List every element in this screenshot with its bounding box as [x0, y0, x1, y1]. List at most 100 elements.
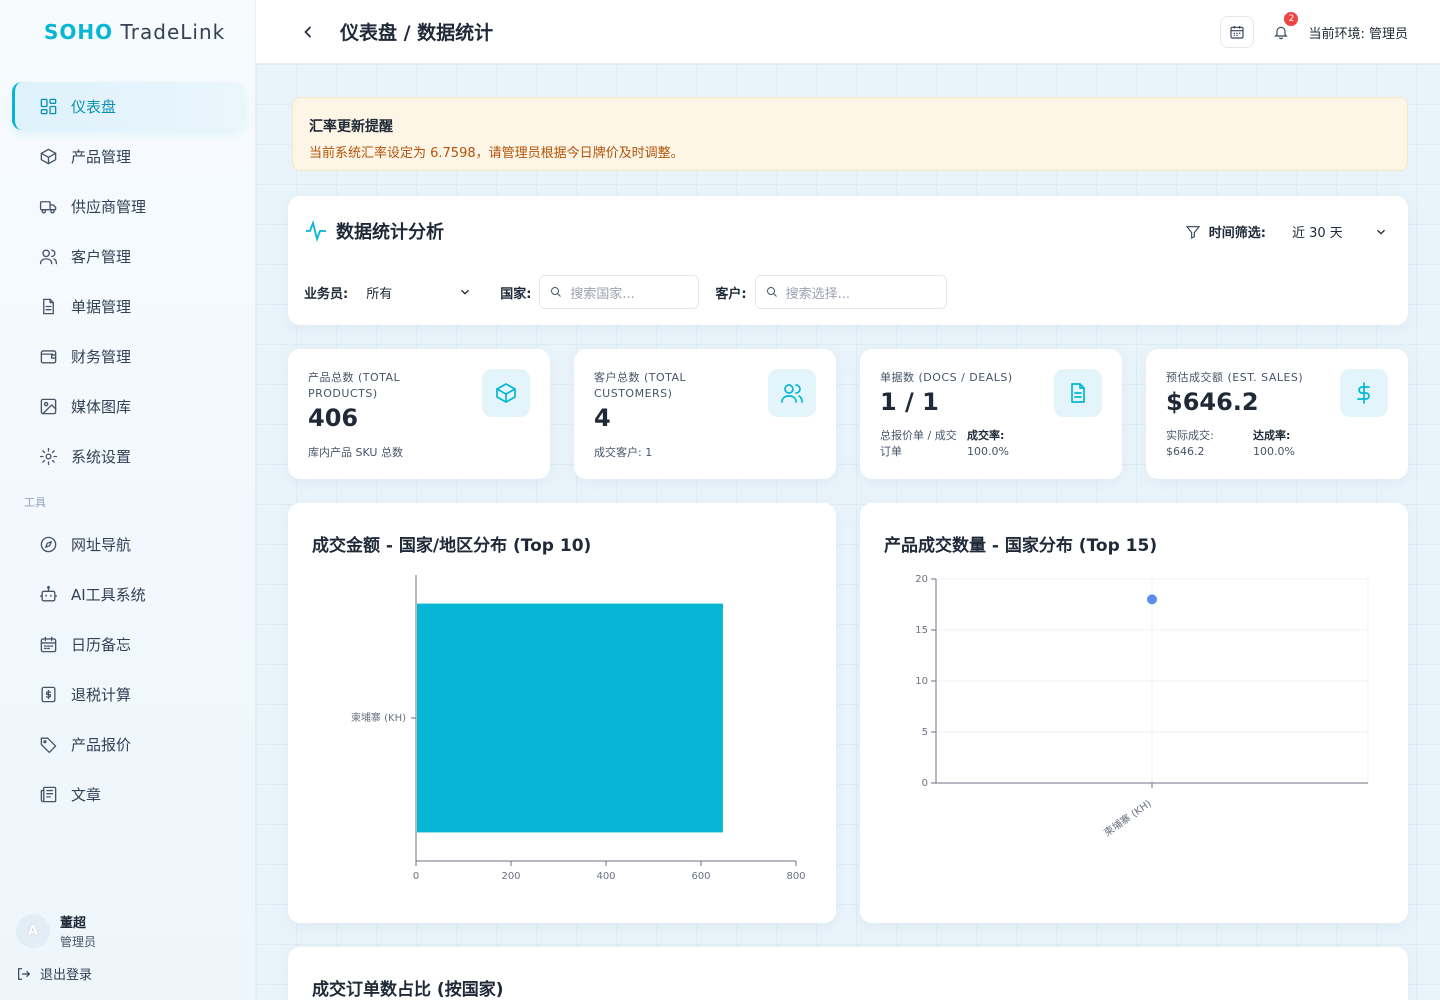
sidebar: SOHO TradeLink 仪表盘 产品管理 供应商管理 客户管理 单据管理 …	[0, 0, 256, 1000]
sidebar-item-url-nav[interactable]: 网址导航	[12, 520, 244, 568]
customer-search-input[interactable]: 搜索选择...	[754, 275, 947, 309]
sidebar-item-suppliers[interactable]: 供应商管理	[12, 182, 244, 230]
stat-value: 406	[308, 404, 359, 432]
chart-title: 成交订单数占比 (按国家)	[312, 980, 504, 1000]
time-range-select[interactable]: 近 30 天	[1292, 222, 1388, 241]
calculator-icon	[38, 684, 58, 704]
header-actions: 2 当前环境: 管理员	[1220, 12, 1408, 48]
dashboard-icon	[38, 96, 58, 116]
sidebar-item-label: 日历备忘	[71, 635, 132, 654]
sidebar-section-tools: 工具	[24, 496, 46, 509]
country-search-placeholder: 搜索国家...	[570, 286, 635, 302]
stat-details: 实际成交: $646.2 达成率: 100.0%	[1166, 428, 1295, 460]
logout-icon	[18, 967, 31, 980]
sidebar-item-label: 单据管理	[71, 297, 132, 316]
country-search-input[interactable]: 搜索国家...	[539, 275, 700, 309]
time-range-value: 近 30 天	[1292, 226, 1343, 241]
alert-title: 汇率更新提醒	[309, 119, 393, 135]
stat-card-customers: 客户总数 (TOTAL CUSTOMERS) 4 成交客户: 1	[574, 349, 836, 479]
logout-label: 退出登录	[40, 968, 93, 983]
robot-icon	[38, 584, 58, 604]
sidebar-nav: 仪表盘 产品管理 供应商管理 客户管理 单据管理 财务管理 媒体图库 系统设置	[12, 82, 244, 820]
calendar-icon	[38, 634, 58, 654]
country-label: 国家:	[500, 286, 532, 302]
dollar-icon	[1340, 369, 1388, 417]
chevron-left-icon	[304, 26, 312, 38]
y-tick-label: 10	[915, 676, 928, 687]
users-icon	[768, 369, 816, 417]
sidebar-item-calendar[interactable]: 日历备忘	[12, 620, 244, 668]
logout-button[interactable]: 退出登录	[16, 964, 92, 983]
sidebar-item-documents[interactable]: 单据管理	[12, 282, 244, 330]
chart-orders-share: 成交订单数占比 (按国家)	[288, 947, 1408, 1000]
alert-message: 当前系统汇率设定为 6.7598，请管理员根据今日牌价及时调整。	[309, 146, 684, 161]
sidebar-item-products[interactable]: 产品管理	[12, 132, 244, 180]
sidebar-item-finance[interactable]: 财务管理	[12, 332, 244, 380]
sidebar-item-settings[interactable]: 系统设置	[12, 432, 244, 480]
sidebar-item-articles[interactable]: 文章	[12, 770, 244, 818]
stat-card-products: 产品总数 (TOTAL PRODUCTS) 406 库内产品 SKU 总数	[288, 349, 550, 479]
calendar-icon	[1230, 26, 1245, 39]
sidebar-item-label: 退税计算	[71, 685, 132, 704]
stat-label: 客户总数 (TOTAL CUSTOMERS)	[594, 371, 687, 400]
environment-label: 当前环境: 管理员	[1308, 26, 1408, 42]
x-tick-label: 600	[691, 871, 710, 882]
x-tick-label: 800	[786, 871, 805, 882]
time-filter: 时间筛选: 近 30 天	[1185, 222, 1388, 241]
y-tick-label: 柬埔寨 (KH)	[351, 711, 406, 724]
sidebar-item-tax-refund[interactable]: 退税计算	[12, 670, 244, 718]
brand-name-secondary: TradeLink	[113, 20, 226, 44]
stat-label: 产品总数 (TOTAL PRODUCTS)	[308, 371, 401, 400]
sidebar-item-media[interactable]: 媒体图库	[12, 382, 244, 430]
notification-badge: 2	[1284, 12, 1299, 26]
search-icon	[551, 287, 562, 297]
document-icon	[38, 296, 58, 316]
data-point	[1147, 594, 1157, 605]
time-filter-label: 时间筛选:	[1208, 226, 1266, 241]
search-icon	[766, 287, 777, 297]
x-tick-label: 400	[596, 871, 615, 882]
sidebar-item-label: 媒体图库	[71, 397, 132, 416]
stat-card-sales: 预估成交额 (EST. SALES) $646.2 实际成交: $646.2 达成…	[1146, 349, 1408, 479]
sidebar-item-label: 财务管理	[71, 347, 132, 366]
compass-icon	[38, 534, 58, 554]
stat-subtext: 库内产品 SKU 总数	[308, 446, 403, 459]
calendar-button[interactable]	[1220, 16, 1255, 48]
filter-title-text: 数据统计分析	[336, 222, 444, 243]
stat-subtext: 成交客户: 1	[594, 446, 653, 459]
x-tick-label: 0	[413, 871, 419, 882]
conversion-rate-value: 100.0%	[967, 445, 1009, 458]
brand-logo[interactable]: SOHO TradeLink	[44, 20, 225, 44]
sidebar-item-label: 系统设置	[71, 447, 132, 466]
notifications-button[interactable]: 2	[1264, 12, 1299, 48]
stat-subtext: 总报价单 / 成交订单	[880, 429, 957, 458]
sidebar-item-customers[interactable]: 客户管理	[12, 232, 244, 280]
sidebar-item-label: 文章	[71, 785, 102, 804]
back-button[interactable]	[298, 22, 318, 42]
sidebar-item-ai-tools[interactable]: AI工具系统	[12, 570, 244, 618]
activity-icon	[306, 219, 326, 243]
newspaper-icon	[38, 784, 58, 804]
sidebar-item-dashboard[interactable]: 仪表盘	[12, 82, 244, 130]
top-header: 仪表盘 / 数据统计 2 当前环境: 管理员	[256, 0, 1440, 64]
user-profile[interactable]: A 董超 管理员	[16, 912, 96, 950]
filter-panel: 数据统计分析 时间筛选: 近 30 天 业务员: 所有 国家: 搜索国家... …	[288, 196, 1408, 325]
salesperson-label: 业务员:	[304, 286, 349, 302]
x-tick-label: 柬埔寨 (KH)	[1101, 797, 1154, 839]
filter-panel-title: 数据统计分析	[304, 218, 444, 244]
y-tick-label: 5	[922, 727, 928, 738]
brand-name-primary: SOHO	[44, 20, 114, 44]
actual-sales-value: $646.2	[1166, 445, 1205, 458]
stat-value: 1 / 1	[880, 388, 939, 416]
y-tick-label: 15	[915, 625, 928, 636]
chart-sales-by-country: 成交金额 - 国家/地区分布 (Top 10) 0 200 400 600 800 柬埔寨…	[288, 503, 836, 923]
salesperson-select[interactable]: 所有	[356, 276, 482, 308]
filters-row: 业务员: 所有 国家: 搜索国家... 客户: 搜索选择...	[304, 275, 947, 309]
page-title: 仪表盘 / 数据统计	[340, 22, 494, 44]
conversion-rate-label: 成交率:	[967, 429, 1005, 442]
sidebar-item-quotes[interactable]: 产品报价	[12, 720, 244, 768]
chevron-down-icon	[1377, 229, 1385, 235]
sidebar-item-label: 仪表盘	[71, 97, 117, 116]
bell-icon	[1274, 26, 1289, 40]
tag-icon	[38, 734, 58, 754]
